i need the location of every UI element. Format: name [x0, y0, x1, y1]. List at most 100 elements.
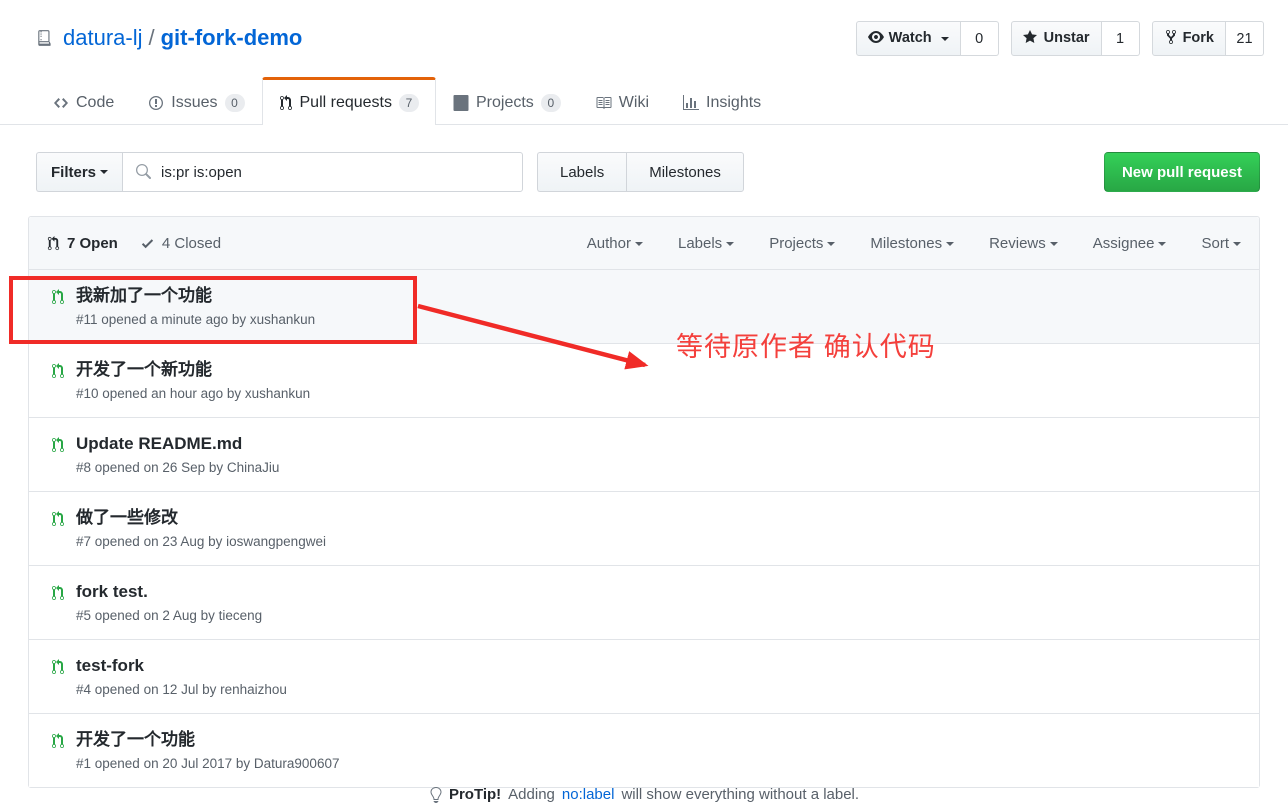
filter-milestones[interactable]: Milestones	[870, 235, 955, 252]
new-pull-request-button[interactable]: New pull request	[1103, 152, 1260, 192]
filters-button[interactable]: Filters	[36, 152, 123, 192]
chevron-down-icon	[1158, 241, 1167, 246]
issue-meta: #10 opened an hour ago by xushankun	[76, 386, 311, 401]
issue-content: fork test. #5 opened on 2 Aug by tieceng	[76, 581, 262, 625]
unstar-button[interactable]: Unstar	[1010, 21, 1102, 56]
git-pull-request-icon	[51, 437, 65, 453]
issue-title[interactable]: 开发了一个功能	[76, 729, 339, 751]
tab-wiki[interactable]: Wiki	[578, 80, 666, 125]
tab-code[interactable]: Code	[36, 80, 131, 125]
labels-button[interactable]: Labels	[537, 152, 627, 192]
tab-projects-count: 0	[540, 94, 561, 112]
filter-author[interactable]: Author	[587, 235, 643, 252]
pull-requests-list: 7 Open 4 Closed Author Labels Projects M…	[28, 216, 1260, 788]
issue-title[interactable]: 我新加了一个功能	[76, 285, 315, 307]
issue-title[interactable]: test-fork	[76, 655, 287, 677]
tab-issues-label: Issues	[171, 94, 218, 111]
issue-title[interactable]: fork test.	[76, 581, 262, 603]
table-row[interactable]: test-fork #4 opened on 12 Jul by renhaiz…	[29, 640, 1259, 714]
fork-button-group: Fork 21	[1151, 21, 1264, 56]
table-row[interactable]: fork test. #5 opened on 2 Aug by tieceng	[29, 566, 1259, 640]
git-pull-request-icon	[279, 94, 293, 111]
chevron-down-icon	[1233, 241, 1241, 246]
state-filter-links: 7 Open 4 Closed	[47, 235, 221, 252]
issue-title[interactable]: 开发了一个新功能	[76, 359, 310, 381]
issue-content: 开发了一个功能 #1 opened on 20 Jul 2017 by Datu…	[76, 729, 339, 773]
repo-actions: Watch 0 Unstar 1 Fork 21	[855, 21, 1264, 56]
repo-icon	[36, 29, 54, 47]
chevron-down-icon	[1049, 241, 1058, 246]
graph-icon	[683, 95, 700, 111]
search-box[interactable]	[122, 152, 524, 192]
filter-assignee[interactable]: Assignee	[1093, 235, 1167, 252]
tab-code-label: Code	[76, 94, 115, 111]
protip-link[interactable]: no:label	[562, 786, 615, 803]
watch-button[interactable]: Watch	[855, 21, 961, 56]
open-prs-label: 7 Open	[67, 234, 118, 252]
filters-button-label: Filters	[51, 163, 97, 181]
table-row[interactable]: Update README.md #8 opened on 26 Sep by …	[29, 418, 1259, 492]
eye-icon	[867, 29, 884, 49]
tab-insights[interactable]: Insights	[666, 80, 778, 125]
chevron-down-icon	[946, 241, 955, 246]
tab-wiki-label: Wiki	[618, 94, 650, 111]
repo-separator: /	[148, 25, 155, 50]
issue-meta: #7 opened on 23 Aug by ioswangpengwei	[76, 534, 326, 549]
tab-pull-requests-count: 7	[399, 93, 419, 112]
git-pull-request-icon	[51, 363, 65, 379]
protip: ProTip! Adding no:label will show everyt…	[0, 786, 1288, 803]
repo-name-link[interactable]: git-fork-demo	[161, 23, 303, 53]
filter-labels-label: Labels	[677, 235, 723, 252]
book-icon	[595, 95, 612, 111]
issue-content: Update README.md #8 opened on 26 Sep by …	[76, 433, 279, 477]
closed-prs-link[interactable]: 4 Closed	[140, 235, 221, 252]
light-bulb-icon	[429, 786, 442, 803]
list-filter-dropdowns: Author Labels Projects Milestones Review…	[587, 217, 1241, 270]
filter-sort-label: Sort	[1201, 235, 1229, 252]
search-input[interactable]	[161, 163, 513, 181]
tab-projects[interactable]: Projects 0	[436, 80, 578, 125]
chevron-down-icon	[634, 241, 643, 246]
issue-content: 我新加了一个功能 #11 opened a minute ago by xush…	[76, 285, 315, 329]
table-row[interactable]: 我新加了一个功能 #11 opened a minute ago by xush…	[29, 270, 1259, 344]
repo-nav-tabs: Code Issues 0 Pull requests 7 Projects 0…	[36, 77, 778, 125]
filter-projects[interactable]: Projects	[769, 235, 836, 252]
open-prs-link[interactable]: 7 Open	[47, 235, 118, 252]
git-pull-request-icon	[47, 235, 60, 251]
star-count[interactable]: 1	[1101, 21, 1140, 56]
issue-title[interactable]: Update README.md	[76, 433, 279, 455]
chevron-down-icon	[827, 241, 836, 246]
git-pull-request-icon	[51, 733, 65, 749]
table-row[interactable]: 开发了一个新功能 #10 opened an hour ago by xusha…	[29, 344, 1259, 418]
labels-milestones-group: Labels Milestones	[537, 152, 744, 192]
watch-count[interactable]: 0	[960, 21, 999, 56]
filter-sort[interactable]: Sort	[1201, 235, 1241, 252]
project-icon	[453, 95, 469, 111]
tab-pull-requests[interactable]: Pull requests 7	[261, 77, 436, 125]
watch-button-label: Watch	[888, 30, 932, 47]
issue-meta: #11 opened a minute ago by xushankun	[76, 312, 316, 327]
issue-meta: #5 opened on 2 Aug by tieceng	[76, 608, 263, 623]
table-row[interactable]: 做了一些修改 #7 opened on 23 Aug by ioswangpen…	[29, 492, 1259, 566]
issue-title[interactable]: 做了一些修改	[76, 507, 326, 529]
filter-reviews-label: Reviews	[989, 235, 1046, 252]
chevron-down-icon	[100, 170, 109, 174]
fork-count[interactable]: 21	[1226, 21, 1264, 56]
milestones-button[interactable]: Milestones	[626, 152, 744, 192]
fork-icon	[1164, 29, 1178, 49]
fork-button[interactable]: Fork	[1151, 21, 1226, 56]
filter-author-label: Author	[586, 235, 631, 252]
closed-prs-label: 4 Closed	[161, 234, 222, 252]
table-row[interactable]: 开发了一个功能 #1 opened on 20 Jul 2017 by Datu…	[29, 714, 1259, 787]
filter-labels[interactable]: Labels	[677, 235, 735, 252]
check-icon	[140, 236, 155, 251]
code-icon	[53, 95, 69, 111]
watch-button-group: Watch 0	[855, 21, 999, 56]
tab-issues[interactable]: Issues 0	[131, 80, 261, 125]
filter-projects-label: Projects	[769, 235, 824, 252]
issue-content: 开发了一个新功能 #10 opened an hour ago by xusha…	[76, 359, 310, 403]
repo-owner-link[interactable]: datura-lj	[63, 23, 142, 53]
protip-strong: ProTip!	[448, 786, 502, 803]
issue-content: test-fork #4 opened on 12 Jul by renhaiz…	[76, 655, 287, 699]
filter-reviews[interactable]: Reviews	[989, 235, 1058, 252]
